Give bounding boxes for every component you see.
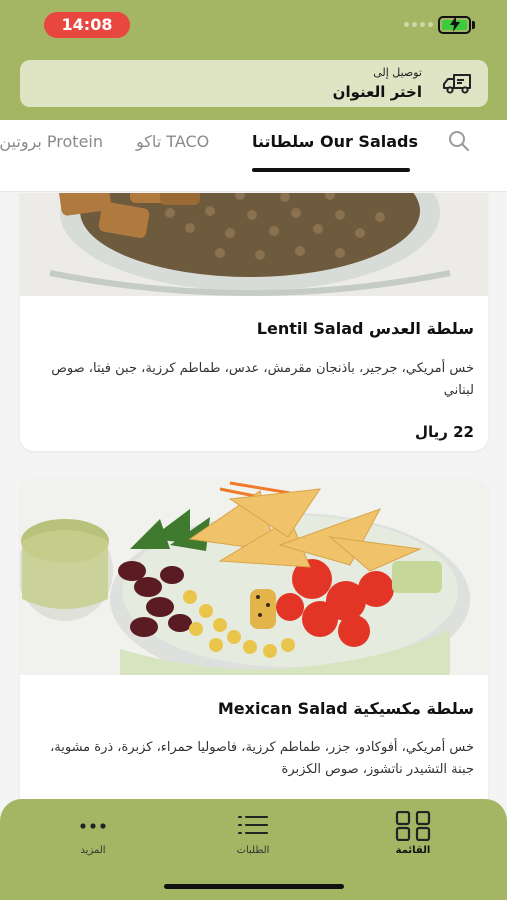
tab-protein[interactable]: بروتين Protein [0,132,103,151]
signal-icon [404,22,433,27]
list-icon [238,816,268,834]
nav-orders[interactable]: الطلبات [208,811,298,856]
product-card[interactable]: سلطة العدس Lentil Salad خس أمريكي، جرجير… [20,193,488,451]
battery-icon [438,16,471,34]
nav-orders-label: الطلبات [236,845,270,856]
nav-more[interactable]: المزيد [48,811,138,856]
active-tab-indicator [252,168,410,172]
delivery-truck-icon [443,74,471,94]
product-description: خس أمريكي، أفوكادو، جزر، طماطم كرزية، فا… [50,740,474,777]
product-title: سلطة العدس Lentil Salad [256,319,474,338]
category-tabs: سلطاتنا Our Salads تاكو TACO بروتين Prot… [0,120,507,192]
search-icon[interactable] [448,130,470,152]
nav-menu-label: القائمة [395,845,431,856]
product-description: خس أمريكي، جرجير، باذنجان مقرمش، عدس، طم… [51,361,474,398]
more-dots-icon [80,823,106,829]
tab-our-salads[interactable]: سلطاتنا Our Salads [252,132,418,151]
status-time: 14:08 [44,12,130,38]
choose-address-value: اختر العنوان [332,83,422,101]
delivery-address-button[interactable]: توصيل إلى اختر العنوان [20,60,488,107]
battery-tip [472,21,475,29]
nav-more-label: المزيد [80,845,106,856]
app-header: 14:08 توصيل إلى اختر العنوان [0,0,507,120]
home-indicator[interactable] [164,884,344,889]
grid-menu-icon [395,811,431,841]
product-price: 22 ريال [414,423,474,441]
product-title: سلطة مكسيكية Mexican Salad [217,699,474,718]
mexican-salad-image [20,479,488,675]
delivery-to-label: توصيل إلى [373,66,422,79]
nav-menu[interactable]: القائمة [368,811,458,856]
product-card[interactable]: سلطة مكسيكية Mexican Salad خس أمريكي، أف… [20,479,488,799]
product-list: سلطة العدس Lentil Salad خس أمريكي، جرجير… [0,193,507,799]
tab-taco[interactable]: تاكو TACO [136,132,209,151]
lentil-salad-image [20,193,488,296]
